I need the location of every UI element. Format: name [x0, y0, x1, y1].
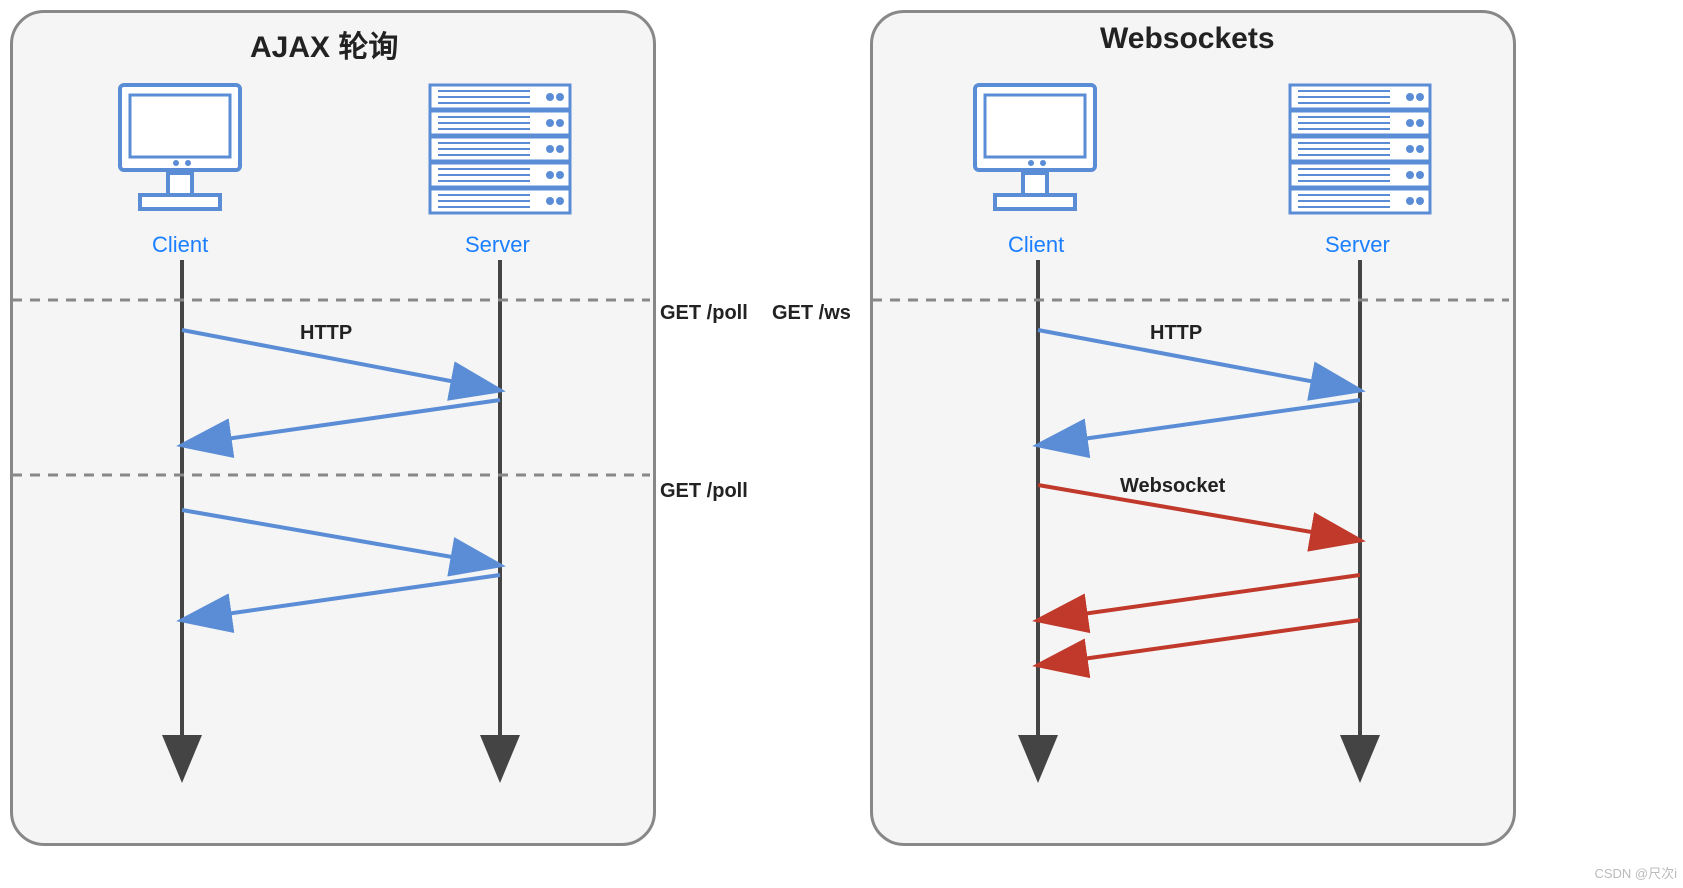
- client-icon-r: [975, 85, 1095, 209]
- ws-server-label: Server: [1325, 232, 1390, 258]
- get-poll-1: GET /poll: [660, 302, 748, 325]
- get-ws: GET /ws: [772, 302, 851, 325]
- server-icon: [430, 85, 570, 213]
- server-icon-r: [1290, 85, 1430, 213]
- watermark: CSDN @尺次i: [1594, 863, 1677, 882]
- client-icon: [120, 85, 240, 209]
- get-poll-2: GET /poll: [660, 480, 748, 503]
- websocket-label: Websocket: [1120, 475, 1225, 498]
- ajax-server-label: Server: [465, 232, 530, 258]
- diagram-canvas: AJAX 轮询 Websockets: [0, 0, 1683, 888]
- diagram-svg: [0, 0, 1683, 888]
- http-label-right: HTTP: [1150, 322, 1202, 345]
- ws-client-label: Client: [1008, 232, 1064, 258]
- http-label-left: HTTP: [300, 322, 352, 345]
- ajax-client-label: Client: [152, 232, 208, 258]
